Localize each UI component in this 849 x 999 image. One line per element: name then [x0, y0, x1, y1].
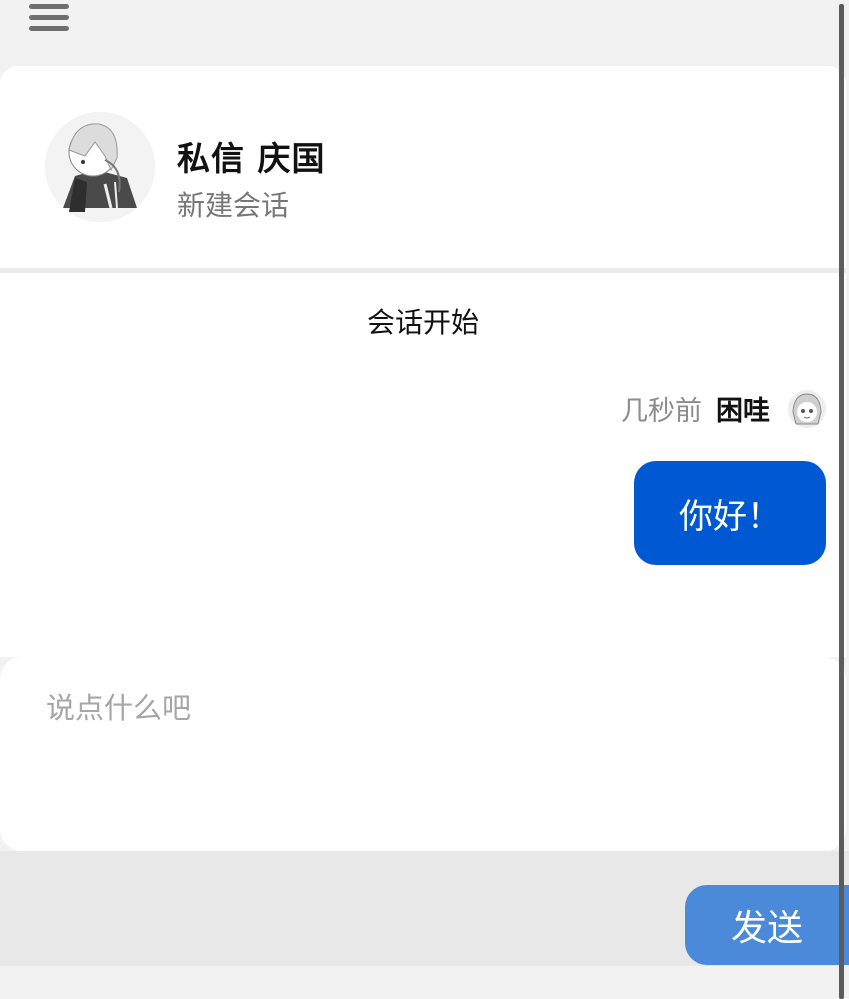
scrollbar[interactable] — [839, 4, 844, 999]
page-subtitle: 新建会话 — [177, 189, 290, 222]
message-input[interactable] — [0, 657, 846, 851]
contact-avatar[interactable] — [45, 112, 155, 222]
message-list: 会话开始 几秒前 困哇 你好！ — [0, 273, 846, 657]
conversation-header: 私信 庆国 新建会话 — [0, 66, 846, 268]
sender-avatar[interactable] — [788, 389, 826, 428]
menu-icon[interactable] — [29, 0, 69, 32]
send-button[interactable]: 发送 — [685, 885, 849, 965]
message-time: 几秒前 — [621, 396, 702, 427]
message-sender[interactable]: 困哇 — [716, 389, 770, 428]
message-input-container — [0, 657, 846, 851]
session-start-label: 会话开始 — [366, 306, 479, 339]
footer — [0, 966, 849, 999]
message-bubble: 你好！ — [634, 461, 826, 565]
top-bar — [0, 0, 849, 66]
page-title: 私信 庆国 — [177, 139, 326, 178]
message-meta: 几秒前 困哇 — [621, 389, 826, 428]
